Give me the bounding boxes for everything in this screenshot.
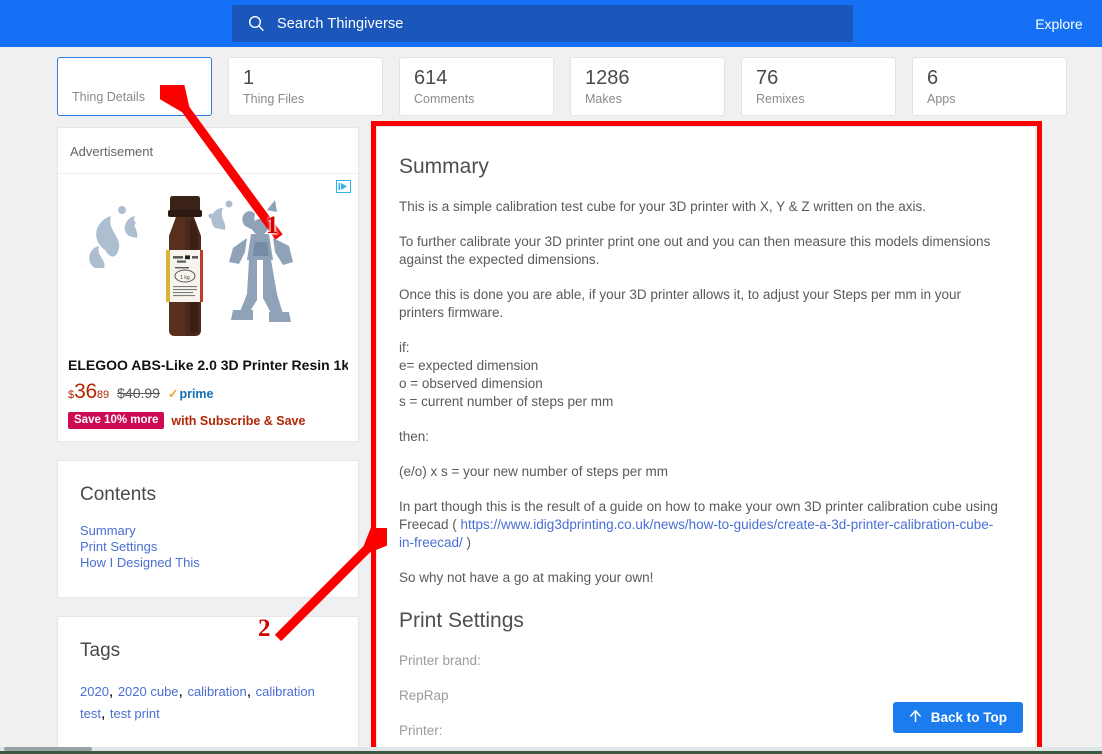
tab-makes-label: Makes — [585, 91, 710, 107]
tab-thing-details[interactable]: Thing Details — [57, 57, 212, 116]
advertisement-price-row: $ 36 89 $40.99 ✓prime — [68, 380, 348, 404]
tag-item[interactable]: calibration — [187, 684, 246, 699]
summary-paragraph-1: This is a simple calibration test cube f… — [399, 198, 1003, 216]
advertisement-card: Advertisement — [57, 127, 359, 442]
save-badge: Save 10% more — [68, 412, 164, 429]
tab-comments[interactable]: 614 Comments — [399, 57, 554, 116]
left-sidebar: Advertisement — [57, 127, 359, 754]
summary-formula: (e/o) x s = your new number of steps per… — [399, 463, 1003, 481]
print-settings-heading: Print Settings — [399, 607, 1003, 635]
print-setting-printer-brand: Printer brand: — [399, 652, 1003, 670]
tag-item[interactable]: 2020 cube — [118, 684, 179, 699]
tab-makes-count: 1286 — [585, 66, 710, 90]
freecad-guide-link[interactable]: https://www.idig3dprinting.co.uk/news/ho… — [399, 517, 993, 550]
guide-text-suffix: ) — [463, 535, 471, 550]
print-setting-label: Printer: — [399, 723, 443, 738]
tab-thing-files-label: Thing Files — [243, 91, 368, 107]
summary-guide-paragraph: In part though this is the result of a g… — [399, 498, 1003, 552]
tag-item[interactable]: 2020 — [80, 684, 109, 699]
nav-links: Explore E — [1035, 0, 1102, 47]
definition-if-line: if: — [399, 340, 410, 355]
summary-definitions-block: if: e= expected dimension o = observed d… — [399, 339, 1003, 411]
tags-title: Tags — [80, 639, 336, 663]
tab-makes[interactable]: 1286 Makes — [570, 57, 725, 116]
tags-panel: Tags 2020, 2020 cube, calibration, calib… — [58, 617, 358, 751]
summary-heading: Summary — [399, 153, 1003, 181]
advertisement-title[interactable]: ELEGOO ABS-Like 2.0 3D Printer Resin 1kg… — [68, 356, 348, 374]
tab-remixes-label: Remixes — [756, 91, 881, 107]
tag-separator: , — [101, 705, 110, 722]
search-icon — [248, 15, 265, 32]
page-root: Search Thingiverse Explore E Thing Detai… — [0, 0, 1102, 754]
definition-e-line: e= expected dimension — [399, 358, 538, 373]
contents-panel: Contents Summary Print Settings How I De… — [58, 461, 358, 597]
nav-link-explore[interactable]: Explore — [1035, 16, 1082, 32]
tab-thing-files[interactable]: 1 Thing Files — [228, 57, 383, 116]
advertisement-label: Advertisement — [58, 128, 358, 174]
prime-check-icon: ✓ — [168, 387, 178, 401]
back-to-top-label: Back to Top — [931, 710, 1007, 725]
contents-card: Contents Summary Print Settings How I De… — [57, 460, 359, 598]
contents-list: Summary Print Settings How I Designed Th… — [80, 523, 336, 571]
tag-item[interactable]: test print — [110, 706, 160, 721]
tab-thing-files-count: 1 — [243, 66, 368, 90]
details-content-box: Summary This is a simple calibration tes… — [376, 126, 1036, 754]
definition-s-line: s = current number of steps per mm — [399, 394, 613, 409]
contents-link-summary[interactable]: Summary — [80, 523, 336, 539]
tab-comments-label: Comments — [414, 91, 539, 107]
print-setting-value: RepRap — [399, 688, 449, 703]
price-original: $40.99 — [117, 385, 160, 401]
prime-badge: ✓prime — [168, 386, 214, 401]
prime-label: prime — [179, 387, 213, 401]
tag-separator: , — [247, 683, 256, 700]
contents-title: Contents — [80, 483, 336, 507]
summary-then-line: then: — [399, 428, 1003, 446]
advertisement-product-image: 1 kg — [68, 188, 348, 342]
arrow-up-icon — [909, 709, 922, 726]
tab-comments-count: 614 — [414, 66, 539, 90]
contents-link-how-i-designed-this[interactable]: How I Designed This — [80, 555, 336, 571]
summary-paragraph-3: Once this is done you are able, if your … — [399, 286, 1003, 322]
contents-link-print-settings[interactable]: Print Settings — [80, 539, 336, 555]
advertisement-save-row: Save 10% more with Subscribe & Save — [68, 412, 348, 429]
tab-apps-count: 6 — [927, 66, 1052, 90]
tab-remixes[interactable]: 76 Remixes — [741, 57, 896, 116]
tags-list: 2020, 2020 cube, calibration, calibratio… — [80, 681, 336, 725]
tab-thing-details-label: Thing Details — [72, 89, 145, 105]
tab-remixes-count: 76 — [756, 66, 881, 90]
price-cents: 89 — [97, 389, 109, 401]
advertisement-body[interactable]: 1 kg — [58, 174, 358, 441]
back-to-top-button[interactable]: Back to Top — [893, 702, 1023, 733]
tags-card: Tags 2020, 2020 cube, calibration, calib… — [57, 616, 359, 752]
summary-closing-line: So why not have a go at making your own! — [399, 569, 1003, 587]
tab-apps[interactable]: 6 Apps — [912, 57, 1067, 116]
subscribe-save-text: with Subscribe & Save — [171, 414, 305, 428]
search-input[interactable]: Search Thingiverse — [232, 5, 853, 42]
thing-stats-tabs: Thing Details 1 Thing Files 614 Comments… — [57, 57, 1067, 116]
search-placeholder-text: Search Thingiverse — [277, 16, 403, 32]
print-setting-label: Printer brand: — [399, 653, 481, 668]
tab-apps-label: Apps — [927, 91, 1052, 107]
top-navigation-bar: Search Thingiverse Explore E — [0, 0, 1102, 47]
svg-text:1 kg: 1 kg — [180, 275, 190, 281]
tag-separator: , — [109, 683, 118, 700]
price-whole: 36 — [74, 380, 97, 404]
summary-paragraph-2: To further calibrate your 3D printer pri… — [399, 233, 1003, 269]
definition-o-line: o = observed dimension — [399, 376, 543, 391]
